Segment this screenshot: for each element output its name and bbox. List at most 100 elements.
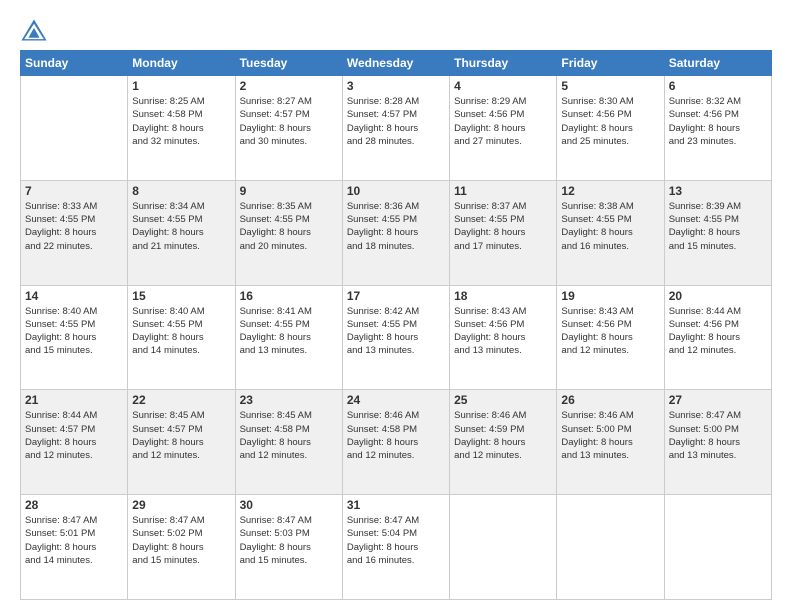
- calendar-cell: [21, 76, 128, 181]
- day-number: 28: [25, 498, 123, 512]
- cell-content: Sunrise: 8:28 AMSunset: 4:57 PMDaylight:…: [347, 95, 445, 148]
- day-number: 12: [561, 184, 659, 198]
- cell-content: Sunrise: 8:47 AMSunset: 5:00 PMDaylight:…: [669, 409, 767, 462]
- day-number: 2: [240, 79, 338, 93]
- cell-content: Sunrise: 8:47 AMSunset: 5:03 PMDaylight:…: [240, 514, 338, 567]
- logo-icon: [20, 18, 48, 42]
- day-number: 14: [25, 289, 123, 303]
- calendar-cell: 5 Sunrise: 8:30 AMSunset: 4:56 PMDaylight…: [557, 76, 664, 181]
- calendar-cell: 28 Sunrise: 8:47 AMSunset: 5:01 PMDayligh…: [21, 495, 128, 600]
- calendar-week-row: 1 Sunrise: 8:25 AMSunset: 4:58 PMDaylight…: [21, 76, 772, 181]
- calendar-header-sunday: Sunday: [21, 51, 128, 76]
- cell-content: Sunrise: 8:37 AMSunset: 4:55 PMDaylight:…: [454, 200, 552, 253]
- calendar-header-thursday: Thursday: [450, 51, 557, 76]
- calendar-cell: [450, 495, 557, 600]
- calendar-cell: 18 Sunrise: 8:43 AMSunset: 4:56 PMDayligh…: [450, 285, 557, 390]
- page: SundayMondayTuesdayWednesdayThursdayFrid…: [0, 0, 792, 612]
- cell-content: Sunrise: 8:47 AMSunset: 5:01 PMDaylight:…: [25, 514, 123, 567]
- day-number: 29: [132, 498, 230, 512]
- day-number: 27: [669, 393, 767, 407]
- cell-content: Sunrise: 8:32 AMSunset: 4:56 PMDaylight:…: [669, 95, 767, 148]
- logo: [20, 18, 52, 42]
- day-number: 16: [240, 289, 338, 303]
- cell-content: Sunrise: 8:43 AMSunset: 4:56 PMDaylight:…: [454, 305, 552, 358]
- calendar-cell: 11 Sunrise: 8:37 AMSunset: 4:55 PMDayligh…: [450, 180, 557, 285]
- calendar-cell: 8 Sunrise: 8:34 AMSunset: 4:55 PMDaylight…: [128, 180, 235, 285]
- day-number: 13: [669, 184, 767, 198]
- cell-content: Sunrise: 8:40 AMSunset: 4:55 PMDaylight:…: [132, 305, 230, 358]
- cell-content: Sunrise: 8:41 AMSunset: 4:55 PMDaylight:…: [240, 305, 338, 358]
- calendar-cell: 2 Sunrise: 8:27 AMSunset: 4:57 PMDaylight…: [235, 76, 342, 181]
- cell-content: Sunrise: 8:33 AMSunset: 4:55 PMDaylight:…: [25, 200, 123, 253]
- calendar-week-row: 28 Sunrise: 8:47 AMSunset: 5:01 PMDayligh…: [21, 495, 772, 600]
- calendar-header-tuesday: Tuesday: [235, 51, 342, 76]
- day-number: 10: [347, 184, 445, 198]
- cell-content: Sunrise: 8:30 AMSunset: 4:56 PMDaylight:…: [561, 95, 659, 148]
- day-number: 19: [561, 289, 659, 303]
- cell-content: Sunrise: 8:42 AMSunset: 4:55 PMDaylight:…: [347, 305, 445, 358]
- day-number: 11: [454, 184, 552, 198]
- cell-content: Sunrise: 8:29 AMSunset: 4:56 PMDaylight:…: [454, 95, 552, 148]
- day-number: 23: [240, 393, 338, 407]
- cell-content: Sunrise: 8:38 AMSunset: 4:55 PMDaylight:…: [561, 200, 659, 253]
- cell-content: Sunrise: 8:35 AMSunset: 4:55 PMDaylight:…: [240, 200, 338, 253]
- cell-content: Sunrise: 8:44 AMSunset: 4:57 PMDaylight:…: [25, 409, 123, 462]
- calendar-week-row: 21 Sunrise: 8:44 AMSunset: 4:57 PMDayligh…: [21, 390, 772, 495]
- day-number: 4: [454, 79, 552, 93]
- day-number: 1: [132, 79, 230, 93]
- day-number: 30: [240, 498, 338, 512]
- calendar-cell: 27 Sunrise: 8:47 AMSunset: 5:00 PMDayligh…: [664, 390, 771, 495]
- calendar-cell: 15 Sunrise: 8:40 AMSunset: 4:55 PMDayligh…: [128, 285, 235, 390]
- day-number: 18: [454, 289, 552, 303]
- calendar-cell: 4 Sunrise: 8:29 AMSunset: 4:56 PMDaylight…: [450, 76, 557, 181]
- cell-content: Sunrise: 8:46 AMSunset: 4:58 PMDaylight:…: [347, 409, 445, 462]
- cell-content: Sunrise: 8:39 AMSunset: 4:55 PMDaylight:…: [669, 200, 767, 253]
- calendar-cell: 6 Sunrise: 8:32 AMSunset: 4:56 PMDaylight…: [664, 76, 771, 181]
- calendar-week-row: 7 Sunrise: 8:33 AMSunset: 4:55 PMDaylight…: [21, 180, 772, 285]
- day-number: 5: [561, 79, 659, 93]
- day-number: 7: [25, 184, 123, 198]
- cell-content: Sunrise: 8:47 AMSunset: 5:04 PMDaylight:…: [347, 514, 445, 567]
- calendar-cell: 29 Sunrise: 8:47 AMSunset: 5:02 PMDayligh…: [128, 495, 235, 600]
- calendar-header-monday: Monday: [128, 51, 235, 76]
- calendar-cell: 14Sunrise: 8:40 AMSunset: 4:55 PMDayligh…: [21, 285, 128, 390]
- calendar-cell: 25 Sunrise: 8:46 AMSunset: 4:59 PMDayligh…: [450, 390, 557, 495]
- day-number: 31: [347, 498, 445, 512]
- day-number: 8: [132, 184, 230, 198]
- calendar-table: SundayMondayTuesdayWednesdayThursdayFrid…: [20, 50, 772, 600]
- cell-content: Sunrise: 8:25 AMSunset: 4:58 PMDaylight:…: [132, 95, 230, 148]
- calendar-cell: 10 Sunrise: 8:36 AMSunset: 4:55 PMDayligh…: [342, 180, 449, 285]
- cell-content: Sunrise: 8:47 AMSunset: 5:02 PMDaylight:…: [132, 514, 230, 567]
- cell-content: Sunrise: 8:34 AMSunset: 4:55 PMDaylight:…: [132, 200, 230, 253]
- day-number: 17: [347, 289, 445, 303]
- calendar-cell: 12 Sunrise: 8:38 AMSunset: 4:55 PMDayligh…: [557, 180, 664, 285]
- calendar-cell: 20 Sunrise: 8:44 AMSunset: 4:56 PMDayligh…: [664, 285, 771, 390]
- cell-content: Sunrise: 8:45 AMSunset: 4:57 PMDaylight:…: [132, 409, 230, 462]
- calendar-cell: 26Sunrise: 8:46 AMSunset: 5:00 PMDayligh…: [557, 390, 664, 495]
- day-number: 25: [454, 393, 552, 407]
- calendar-cell: 9 Sunrise: 8:35 AMSunset: 4:55 PMDaylight…: [235, 180, 342, 285]
- calendar-header-saturday: Saturday: [664, 51, 771, 76]
- cell-content: Sunrise: 8:45 AMSunset: 4:58 PMDaylight:…: [240, 409, 338, 462]
- day-number: 20: [669, 289, 767, 303]
- cell-content: Sunrise: 8:44 AMSunset: 4:56 PMDaylight:…: [669, 305, 767, 358]
- calendar-cell: 17 Sunrise: 8:42 AMSunset: 4:55 PMDayligh…: [342, 285, 449, 390]
- day-number: 6: [669, 79, 767, 93]
- day-number: 3: [347, 79, 445, 93]
- calendar-cell: 23 Sunrise: 8:45 AMSunset: 4:58 PMDayligh…: [235, 390, 342, 495]
- calendar-cell: 21 Sunrise: 8:44 AMSunset: 4:57 PMDayligh…: [21, 390, 128, 495]
- day-number: 21: [25, 393, 123, 407]
- calendar-header-wednesday: Wednesday: [342, 51, 449, 76]
- day-number: 15: [132, 289, 230, 303]
- calendar-cell: 31 Sunrise: 8:47 AMSunset: 5:04 PMDayligh…: [342, 495, 449, 600]
- calendar-cell: 3 Sunrise: 8:28 AMSunset: 4:57 PMDaylight…: [342, 76, 449, 181]
- calendar-header-row: SundayMondayTuesdayWednesdayThursdayFrid…: [21, 51, 772, 76]
- day-number: 9: [240, 184, 338, 198]
- calendar-cell: [664, 495, 771, 600]
- header: [20, 18, 772, 42]
- cell-content: Sunrise: 8:36 AMSunset: 4:55 PMDaylight:…: [347, 200, 445, 253]
- cell-content: Sunrise: 8:46 AMSunset: 4:59 PMDaylight:…: [454, 409, 552, 462]
- cell-content: Sunrise: 8:27 AMSunset: 4:57 PMDaylight:…: [240, 95, 338, 148]
- day-number: 26: [561, 393, 659, 407]
- cell-content: Sunrise: 8:43 AMSunset: 4:56 PMDaylight:…: [561, 305, 659, 358]
